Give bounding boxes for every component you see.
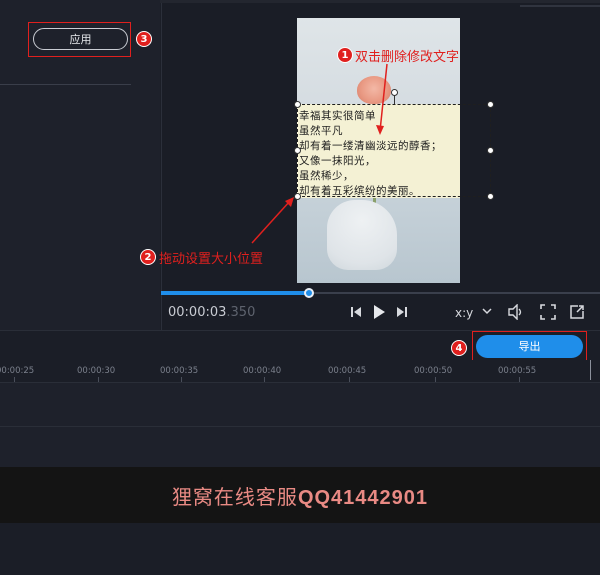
top-right-divider xyxy=(520,5,600,7)
ruler-tick-label: 00:00:55 xyxy=(498,366,537,376)
skip-back-icon[interactable] xyxy=(349,305,363,324)
playhead[interactable] xyxy=(590,360,591,380)
play-icon[interactable] xyxy=(371,304,387,325)
ruler-tick-label: 00:00:35 xyxy=(160,366,199,376)
watermark-cn: 狸窝在线客服 xyxy=(171,485,298,509)
resize-handle-r[interactable] xyxy=(487,147,494,154)
fullscreen-icon[interactable] xyxy=(540,304,556,325)
ruler-tick-label: 00:00:50 xyxy=(414,366,453,376)
ruler-tick-label: 00:00:40 xyxy=(243,366,282,376)
export-button[interactable]: 导出 xyxy=(476,335,583,358)
timeline-track[interactable] xyxy=(0,426,600,468)
timecode-ms: .350 xyxy=(226,305,256,320)
timecode: 00:00:03.350 xyxy=(168,305,255,320)
apply-button[interactable]: 应用 xyxy=(33,28,128,50)
ruler-tick-label: 00:00:25 xyxy=(0,366,35,376)
skip-forward-icon[interactable] xyxy=(395,305,409,324)
bottom-area xyxy=(0,523,600,575)
timeline-track[interactable] xyxy=(0,382,600,427)
step1-annotation: 双击删除修改文字 xyxy=(355,50,460,65)
progress-fill xyxy=(161,291,309,295)
step1-badge: 1 xyxy=(337,47,353,63)
step4-badge: 4 xyxy=(451,340,467,356)
resize-handle-br[interactable] xyxy=(487,193,494,200)
volume-icon[interactable] xyxy=(507,303,525,325)
watermark-text: 狸窝在线客服QQ41442901 xyxy=(0,481,600,510)
annotation-arrows xyxy=(251,63,388,244)
step2-annotation: 拖动设置大小位置 xyxy=(159,252,264,267)
top-bar xyxy=(160,0,600,3)
step2-badge: 2 xyxy=(140,249,156,265)
step3-badge: 3 xyxy=(136,31,152,47)
resize-handle-tr[interactable] xyxy=(487,101,494,108)
chevron-down-icon[interactable] xyxy=(481,305,493,322)
divider xyxy=(0,84,131,85)
progress-knob[interactable] xyxy=(304,288,314,298)
timecode-main: 00:00:03 xyxy=(168,305,227,320)
watermark-qq: QQ41442901 xyxy=(297,487,429,509)
ruler-tick-label: 00:00:30 xyxy=(77,366,116,376)
popout-icon[interactable] xyxy=(569,304,585,325)
ruler-tick-label: 00:00:45 xyxy=(328,366,367,376)
aspect-ratio-label[interactable]: x:y xyxy=(455,306,473,320)
